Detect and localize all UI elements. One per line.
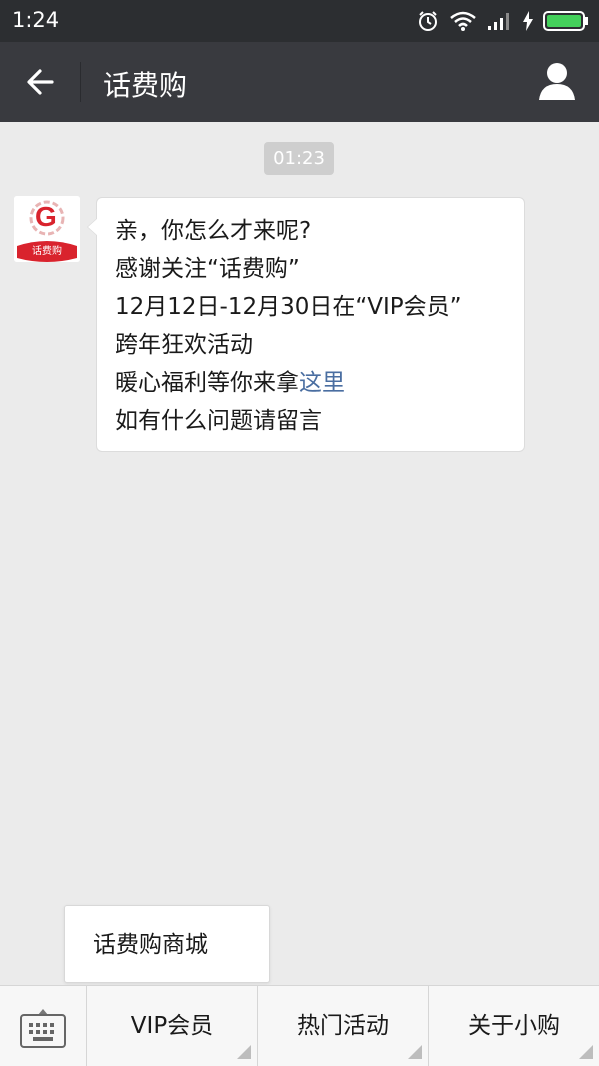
charging-icon [523, 11, 533, 31]
status-time: 1:24 [12, 8, 60, 32]
back-button[interactable] [22, 62, 62, 102]
status-icons [417, 8, 589, 34]
message-line: 跨年狂欢活动 [115, 332, 253, 358]
message-bubble: 亲，你怎么才来呢? 感谢关注“话费购” 12月12日-12月30日在“VIP会员… [87, 197, 525, 452]
menu-label: 热门活动 [297, 1013, 389, 1039]
status-bar: 1:24 [0, 0, 599, 42]
message-line: 如有什么问题请留言 [115, 408, 322, 434]
avatar[interactable]: G 话费购 [14, 196, 80, 262]
menu-vip-member[interactable]: VIP会员 [86, 986, 257, 1066]
menu-label: VIP会员 [130, 1013, 214, 1039]
message-line: 感谢关注“话费购” [115, 256, 300, 282]
submenu-indicator-icon [237, 1045, 251, 1059]
message-line: 12月12日-12月30日在“VIP会员” [115, 294, 462, 320]
signal-icon [487, 11, 513, 31]
alarm-icon [417, 10, 439, 32]
profile-button[interactable] [537, 60, 577, 102]
back-arrow-icon [22, 69, 62, 106]
menu-hot-events[interactable]: 热门活动 [257, 986, 428, 1066]
message-timestamp: 01:23 [264, 142, 334, 175]
person-icon [537, 63, 577, 106]
wifi-icon [449, 10, 477, 32]
page-title: 话费购 [103, 69, 188, 102]
here-link[interactable]: 这里 [299, 370, 345, 396]
submenu-item-store[interactable]: 话费购商城 [64, 905, 270, 983]
menu-label: 关于小购 [468, 1013, 560, 1039]
avatar-label: 话费购 [32, 246, 62, 257]
message-line: 亲，你怎么才来呢? [115, 218, 312, 244]
title-divider [80, 62, 81, 102]
message-text: 暖心福利等你来拿 [115, 370, 299, 396]
keyboard-toggle-button[interactable] [0, 986, 86, 1066]
message-line-with-link: 暖心福利等你来拿这里 [115, 364, 506, 402]
submenu-indicator-icon [408, 1045, 422, 1059]
keyboard-icon [20, 1014, 66, 1052]
menu-about[interactable]: 关于小购 [428, 986, 599, 1066]
battery-icon [543, 10, 589, 32]
submenu-indicator-icon [579, 1045, 593, 1059]
bottom-menu-bar: VIP会员 热门活动 关于小购 [0, 985, 599, 1066]
avatar-letter: G [35, 201, 57, 232]
title-bar: 话费购 [0, 42, 599, 122]
